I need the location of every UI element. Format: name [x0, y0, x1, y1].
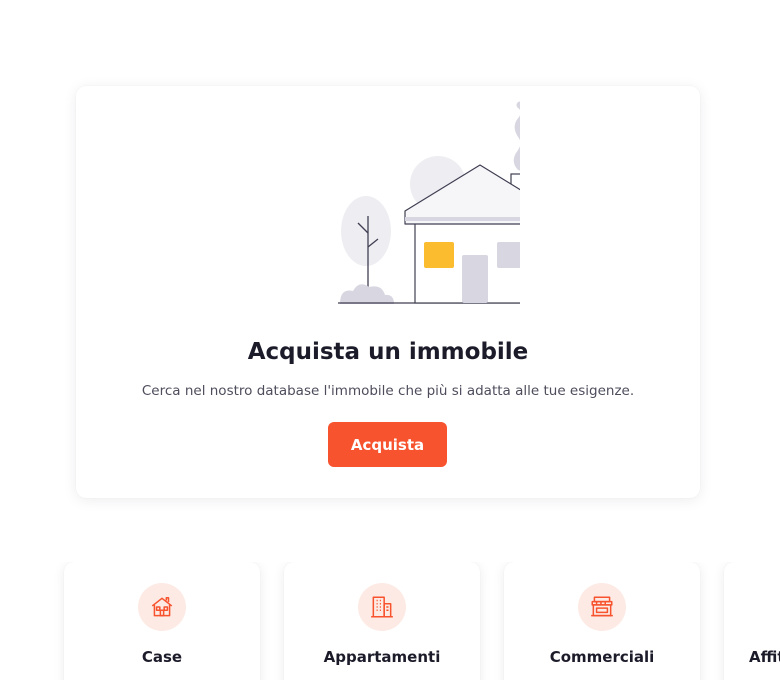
category-label: Affitti — [749, 648, 780, 666]
apartment-icon-badge — [358, 583, 406, 631]
buy-property-card: Acquista un immobile Cerca nel nostro da… — [76, 86, 700, 498]
house-icon — [151, 597, 173, 617]
category-card-rentals[interactable]: Affitti — [724, 562, 780, 680]
buy-button[interactable]: Acquista — [328, 422, 447, 467]
hero-subtitle: Cerca nel nostro database l'immobile che… — [141, 383, 635, 399]
storefront-icon-badge — [578, 583, 626, 631]
category-card-commercial[interactable]: Commerciali — [504, 562, 700, 680]
house-icon-badge — [138, 583, 186, 631]
category-label: Appartamenti — [323, 648, 441, 666]
category-label: Case — [141, 648, 183, 666]
category-label: Commerciali — [549, 648, 655, 666]
hero-title: Acquista un immobile — [247, 339, 529, 365]
category-list: Case Appartamenti Commerciali Affi — [0, 562, 780, 680]
apartment-building-icon — [371, 596, 393, 618]
category-card-houses[interactable]: Case — [64, 562, 260, 680]
house-with-plus-icon — [338, 101, 520, 304]
storefront-icon — [591, 596, 613, 617]
category-card-apartments[interactable]: Appartamenti — [284, 562, 480, 680]
